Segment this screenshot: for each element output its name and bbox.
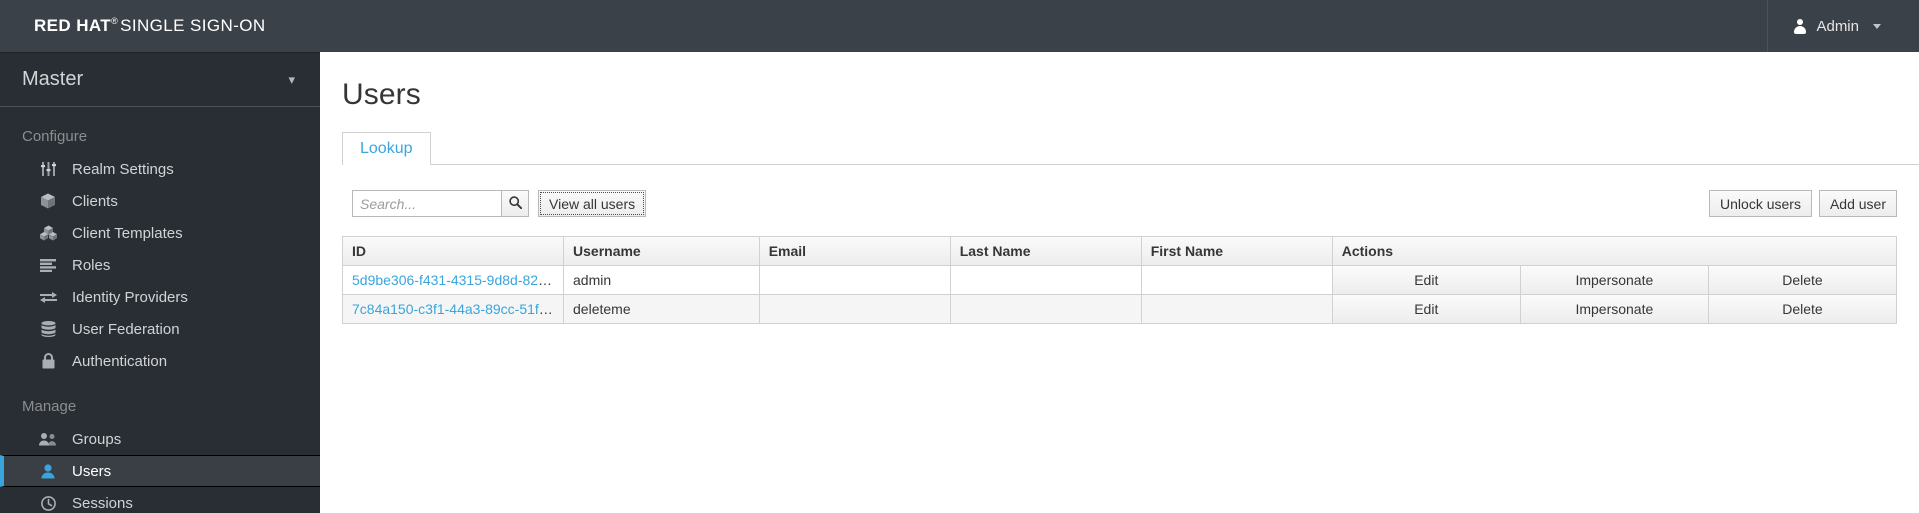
cell-username: admin bbox=[563, 265, 760, 295]
cell-last-name bbox=[950, 294, 1142, 323]
brand-logo-bold: RED HAT bbox=[34, 16, 112, 35]
edit-button[interactable]: Edit bbox=[1332, 266, 1521, 294]
action-strip: Edit Impersonate Delete bbox=[1332, 266, 1896, 294]
main-content: Users Lookup View all users Unlock u bbox=[320, 52, 1919, 513]
sidebar-item-identity-providers[interactable]: Identity Providers bbox=[0, 281, 320, 313]
realm-selector[interactable]: Master ▾ bbox=[0, 52, 320, 107]
tab-lookup[interactable]: Lookup bbox=[342, 132, 431, 165]
brand-logo-rest: SINGLE SIGN-ON bbox=[120, 16, 266, 35]
cell-first-name bbox=[1141, 265, 1333, 295]
sidebar-item-client-templates[interactable]: Client Templates bbox=[0, 217, 320, 249]
sidebar-section-configure-label: Configure bbox=[22, 128, 88, 145]
lock-icon bbox=[38, 353, 58, 369]
users-table-head: ID Username Email Last Name First Name A… bbox=[343, 237, 1896, 266]
search-icon bbox=[508, 195, 522, 212]
table-row: 7c84a150-c3f1-44a3-89cc-51f64b52... dele… bbox=[343, 294, 1896, 323]
delete-button[interactable]: Delete bbox=[1708, 295, 1896, 323]
sidebar-item-label: Sessions bbox=[72, 494, 133, 512]
sidebar-item-label: Authentication bbox=[72, 352, 168, 370]
database-icon bbox=[38, 321, 58, 337]
table-header-row: ID Username Email Last Name First Name A… bbox=[343, 237, 1896, 266]
sidebar-item-label: Realm Settings bbox=[72, 160, 174, 178]
toolbar-right-actions: Unlock users Add user bbox=[1709, 190, 1897, 217]
users-icon bbox=[38, 432, 58, 446]
cell-actions: Edit Impersonate Delete bbox=[1332, 265, 1896, 295]
chevron-down-icon: ▾ bbox=[288, 72, 295, 87]
user-menu-label: Admin bbox=[1816, 17, 1859, 35]
sidebar-item-label: User Federation bbox=[72, 320, 180, 338]
sidebar-item-label: Roles bbox=[72, 256, 111, 274]
page-title: Users bbox=[342, 78, 421, 111]
search-group bbox=[352, 190, 529, 217]
search-input[interactable] bbox=[352, 190, 501, 217]
chevron-down-icon bbox=[1873, 23, 1881, 29]
impersonate-button[interactable]: Impersonate bbox=[1520, 295, 1709, 323]
sidebar-item-roles[interactable]: Roles bbox=[0, 249, 320, 281]
masthead: RED HAT® SINGLE SIGN-ON Admin bbox=[0, 0, 1919, 52]
edit-button[interactable]: Edit bbox=[1332, 295, 1521, 323]
sidebar-item-user-federation[interactable]: User Federation bbox=[0, 313, 320, 345]
view-all-users-button[interactable]: View all users bbox=[538, 190, 647, 217]
sidebar-item-label: Client Templates bbox=[72, 224, 183, 242]
sidebar: Master ▾ Configure Realm Settings Client… bbox=[0, 52, 320, 513]
cubes-icon bbox=[38, 225, 58, 241]
delete-button[interactable]: Delete bbox=[1708, 266, 1896, 294]
column-header-actions: Actions bbox=[1332, 237, 1896, 266]
list-icon bbox=[38, 258, 58, 272]
column-header-email: Email bbox=[759, 237, 951, 266]
sidebar-item-users[interactable]: Users bbox=[0, 455, 320, 487]
cell-id: 5d9be306-f431-4315-9d8d-823783f... bbox=[343, 265, 565, 295]
cube-icon bbox=[38, 193, 58, 209]
user-avatar-icon bbox=[1794, 18, 1807, 34]
sliders-icon bbox=[38, 162, 58, 176]
users-table: ID Username Email Last Name First Name A… bbox=[343, 237, 1896, 323]
column-header-first-name: First Name bbox=[1141, 237, 1333, 266]
user-icon bbox=[38, 463, 58, 479]
cell-email bbox=[759, 265, 951, 295]
sidebar-item-label: Clients bbox=[72, 192, 118, 210]
impersonate-button[interactable]: Impersonate bbox=[1520, 266, 1709, 294]
sidebar-item-label: Groups bbox=[72, 430, 122, 448]
brand-logo[interactable]: RED HAT® SINGLE SIGN-ON bbox=[34, 16, 266, 36]
user-id-link[interactable]: 5d9be306-f431-4315-9d8d-823783f... bbox=[352, 272, 563, 288]
realm-selector-label: Master bbox=[22, 68, 84, 90]
add-user-button[interactable]: Add user bbox=[1818, 190, 1897, 217]
sidebar-item-sessions[interactable]: Sessions bbox=[0, 487, 320, 513]
user-menu-button[interactable]: Admin bbox=[1794, 18, 1881, 35]
sidebar-item-clients[interactable]: Clients bbox=[0, 185, 320, 217]
column-header-username: Username bbox=[563, 237, 760, 266]
cell-actions: Edit Impersonate Delete bbox=[1332, 294, 1896, 323]
table-row: 5d9be306-f431-4315-9d8d-823783f... admin… bbox=[343, 265, 1896, 295]
app-root: RED HAT® SINGLE SIGN-ON Admin Master ▾ Co… bbox=[0, 0, 1919, 513]
cell-id: 7c84a150-c3f1-44a3-89cc-51f64b52... bbox=[343, 294, 565, 323]
table-toolbar: View all users Unlock users Add user bbox=[342, 190, 1897, 225]
sidebar-item-realm-settings[interactable]: Realm Settings bbox=[0, 153, 320, 185]
sidebar-item-groups[interactable]: Groups bbox=[0, 423, 320, 455]
cell-first-name bbox=[1141, 294, 1333, 323]
cell-last-name bbox=[950, 265, 1142, 295]
search-button[interactable] bbox=[501, 190, 529, 217]
users-table-body: 5d9be306-f431-4315-9d8d-823783f... admin… bbox=[343, 265, 1896, 323]
tab-bar: Lookup bbox=[342, 132, 1919, 165]
user-id-link[interactable]: 7c84a150-c3f1-44a3-89cc-51f64b52... bbox=[352, 301, 563, 317]
cell-email bbox=[759, 294, 951, 323]
users-table-container: ID Username Email Last Name First Name A… bbox=[342, 236, 1897, 324]
masthead-right: Admin bbox=[1767, 0, 1919, 52]
sidebar-section-manage-label: Manage bbox=[22, 398, 77, 415]
column-header-last-name: Last Name bbox=[950, 237, 1142, 266]
sidebar-item-label: Users bbox=[72, 462, 112, 480]
sidebar-item-label: Identity Providers bbox=[72, 288, 188, 306]
sidebar-item-authentication[interactable]: Authentication bbox=[0, 345, 320, 377]
action-strip: Edit Impersonate Delete bbox=[1332, 295, 1896, 323]
brand-registered-mark: ® bbox=[111, 16, 119, 27]
cell-username: deleteme bbox=[563, 294, 760, 323]
exchange-icon bbox=[38, 291, 58, 304]
unlock-users-button[interactable]: Unlock users bbox=[1709, 190, 1812, 217]
column-header-id: ID bbox=[343, 237, 565, 266]
clock-icon bbox=[38, 495, 58, 511]
